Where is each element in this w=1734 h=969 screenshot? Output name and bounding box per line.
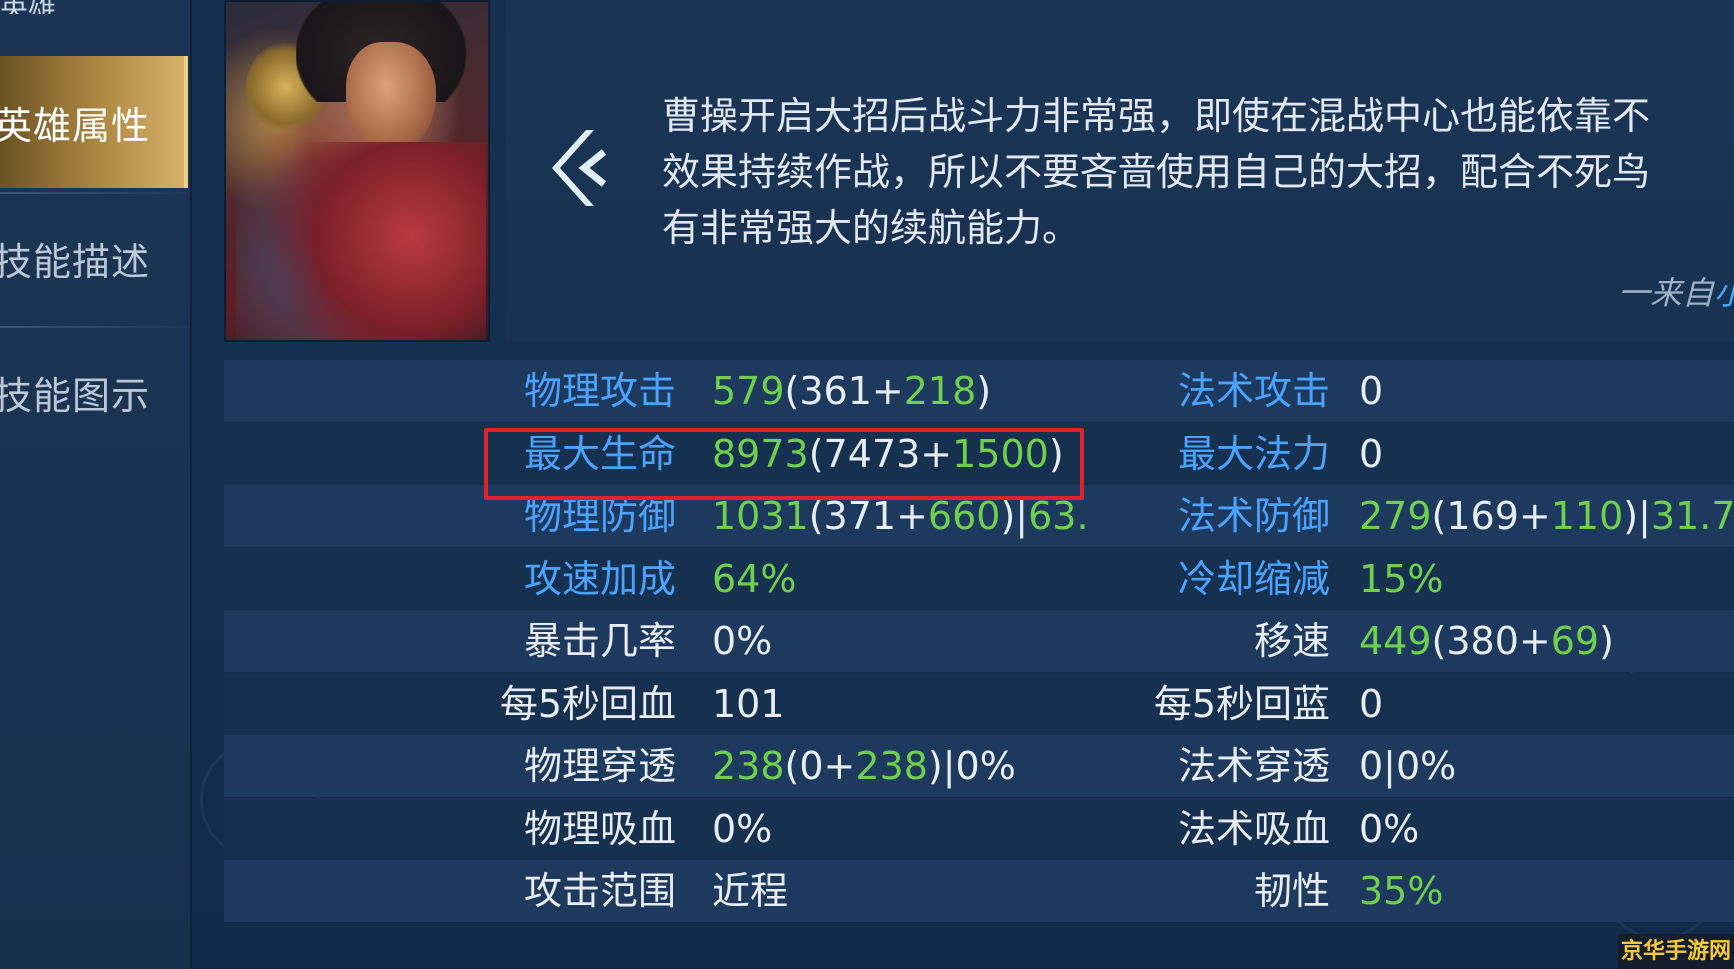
attribute-value: 0 [1359,360,1383,422]
sidebar-partial-title: 英雄 [0,0,192,14]
attribute-value: 449(380+69) [1359,610,1614,672]
attribute-value-part: ) [1599,619,1614,663]
hero-tip-line: 曹操开启大招后战斗力非常强，即使在混战中心也能依靠不 [662,94,1651,138]
attribute-value-part: 69 [1550,619,1600,663]
attribute-value-part: )| [1623,494,1651,538]
attribute-value: 279(169+110)|31.7% [1359,485,1734,547]
attribute-value-part: 15% [1359,557,1444,601]
attribute-value-part: 101 [712,682,785,726]
attribute-value-part: 64% [712,557,797,601]
hero-stats-screen: 英雄 英雄属性 技能描述 技能图示 曹操开启大招后战斗力非常强，即使在混战中心也… [0,0,1734,969]
attribute-value-part: 238 [855,744,928,788]
attribute-row: 攻击范围 近程 韧性 35% [224,860,1734,922]
attribute-value-part: (380+ [1431,619,1551,663]
attribute-value: 0% [712,798,772,860]
attribute-label: 法术防御 [1177,494,1330,538]
attribute-value-part: (169+ [1431,494,1551,538]
attribute-value-part: 238 [712,744,785,788]
attribute-row: 物理攻击 579(361+218) 法术攻击 0 [224,360,1734,422]
hero-portrait [224,0,490,342]
sidebar-item-label: 技能描述 [0,239,151,284]
attribute-value-part: (0+ [784,744,856,788]
hero-tip-line: 有非常强大的续航能力。 [662,206,1081,250]
attribute-value-part: 1031 [712,494,809,538]
hero-tip-source: 一来自小 [1618,268,1734,314]
attribute-value: 0% [712,610,772,672]
source-highlight: 小 [1714,274,1734,312]
attribute-label: 暴击几率 [523,619,676,663]
attribute-value: 0 [1359,423,1383,485]
attribute-value-part: 110 [1550,494,1624,538]
attribute-value: 238(0+238)|0% [712,735,1016,797]
attribute-label: 每5秒回蓝 [1153,682,1330,726]
attribute-value: 35% [1359,860,1443,922]
attribute-value-part: 218 [903,369,977,413]
hero-tip-text: 曹操开启大招后战斗力非常强，即使在混战中心也能依靠不 效果持续作战，所以不要吝啬… [662,88,1734,256]
collapse-arrow-icon[interactable] [546,122,616,214]
attribute-value-part: 0 [1359,682,1384,726]
attribute-value-part: 0% [1359,807,1420,851]
attribute-label: 最大法力 [1177,432,1330,476]
attribute-label: 物理吸血 [523,807,676,851]
attribute-value-part: )| [1000,494,1029,538]
portrait-face [346,42,436,152]
watermark: 京华手游网 [1618,934,1734,969]
attribute-value-part: 660 [927,494,1001,538]
attribute-row: 物理吸血 0% 法术吸血 0% [224,798,1734,860]
attribute-value-part: ) [976,369,992,413]
attribute-value-part: 0% [712,807,773,851]
attribute-label: 攻击范围 [523,869,676,913]
attribute-value-part: 0% [712,619,773,663]
attribute-value-part: 279 [1359,494,1432,538]
attribute-value-part: 近程 [712,869,789,913]
attribute-value-part: 0 [1359,432,1384,476]
attribute-label: 物理攻击 [523,369,676,413]
sidebar-item-hero-attributes[interactable]: 英雄属性 [0,56,188,188]
attribute-row: 每5秒回血 101 每5秒回蓝 0 [224,673,1734,735]
attribute-value: 0% [1359,798,1419,860]
source-prefix: 一来自 [1618,274,1715,312]
attribute-label: 移速 [1253,619,1330,663]
attribute-label: 冷却缩减 [1177,557,1330,601]
highlight-box-max-hp [484,428,1084,500]
portrait-armor [236,142,486,340]
attribute-label: 法术攻击 [1177,369,1330,413]
attribute-label: 每5秒回血 [499,682,676,726]
sidebar-item-skill-description[interactable]: 技能描述 [0,192,188,324]
attribute-value: 579(361+218) [712,360,991,422]
attribute-value-part: 35% [1359,869,1444,913]
attribute-value-part: )|0% [927,744,1016,788]
attribute-label: 法术吸血 [1177,807,1330,851]
attribute-value-part: 449 [1359,619,1432,663]
sidebar: 英雄 英雄属性 技能描述 技能图示 [0,0,192,969]
sidebar-item-label: 技能图示 [0,373,151,418]
attribute-value: 0|0% [1359,735,1456,797]
attribute-value: 近程 [712,860,788,922]
attribute-row: 物理穿透 238(0+238)|0% 法术穿透 0|0% [224,735,1734,797]
attribute-value-part: 0 [1359,369,1384,413]
attribute-value: 15% [1359,548,1443,610]
attribute-label: 物理穿透 [523,744,676,788]
attribute-label: 攻速加成 [523,557,676,601]
attribute-value-part: (371+ [808,494,928,538]
sidebar-item-label: 英雄属性 [0,103,151,148]
attribute-value-part: 579 [712,369,785,413]
attribute-value-part: (361+ [784,369,904,413]
attribute-row: 暴击几率 0% 移速 449(380+69) [224,610,1734,672]
attribute-label: 韧性 [1253,869,1330,913]
attribute-label: 法术穿透 [1177,744,1330,788]
sidebar-item-skill-illustration[interactable]: 技能图示 [0,326,188,458]
hero-tip-line: 效果持续作战，所以不要吝啬使用自己的大招，配合不死鸟 [662,150,1651,194]
attribute-value-part: 31.7% [1650,494,1734,538]
attribute-row: 攻速加成 64% 冷却缩减 15% [224,548,1734,610]
attribute-value: 0 [1359,673,1383,735]
attribute-value: 101 [712,673,785,735]
attribute-value-part: 63. [1028,494,1089,538]
attribute-value-part: 0|0% [1359,744,1457,788]
attribute-value: 64% [712,548,796,610]
